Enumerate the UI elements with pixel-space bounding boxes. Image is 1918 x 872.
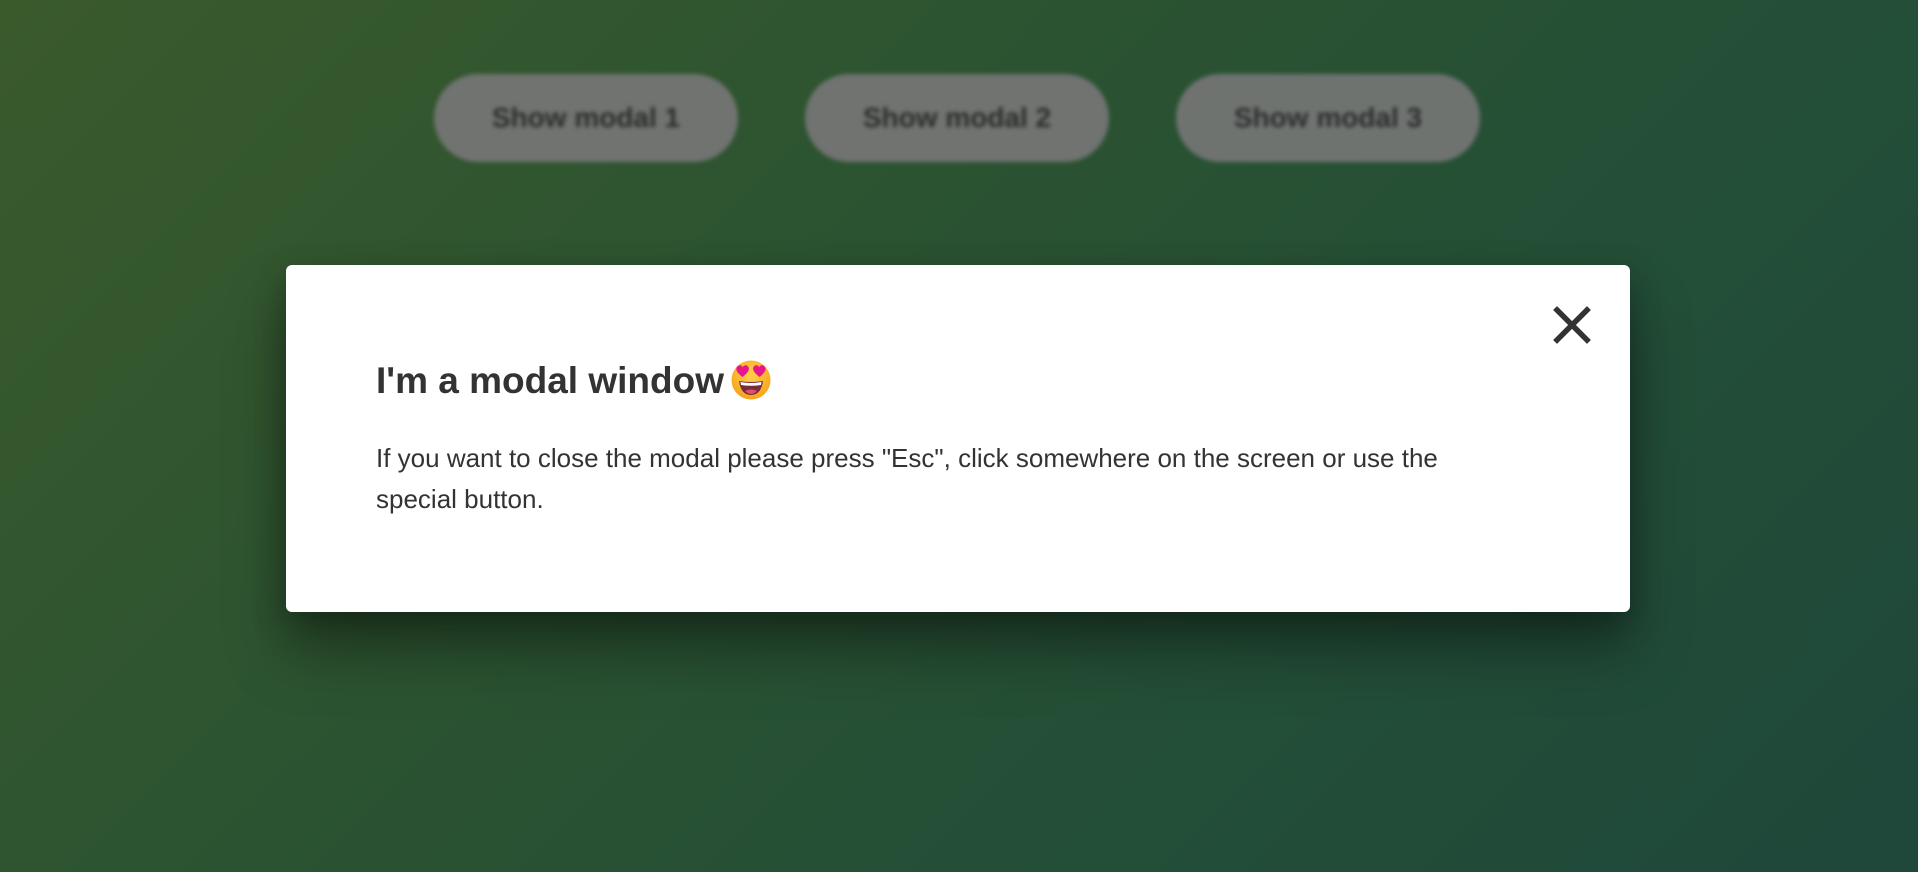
modal-title-text: I'm a modal window [376,360,724,401]
heart-eyes-emoji-icon [730,359,772,401]
modal-title: I'm a modal window [376,357,772,405]
close-button[interactable] [1550,303,1594,347]
close-icon [1550,303,1594,347]
modal-body-text: If you want to close the modal please pr… [376,443,1438,514]
modal-window: I'm a modal window If you want to close … [286,265,1630,612]
